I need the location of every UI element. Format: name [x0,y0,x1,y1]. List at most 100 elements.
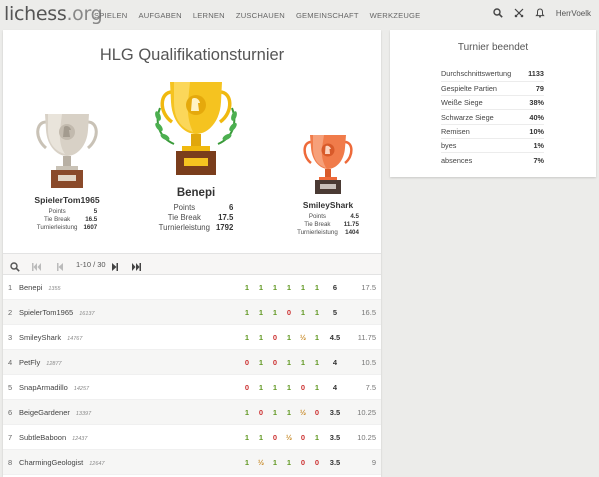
round-result[interactable]: 1 [243,433,251,442]
summary-value: 38% [525,95,544,111]
round-result[interactable]: 1 [257,283,265,292]
round-result[interactable]: 1 [285,458,293,467]
player-name[interactable]: SpielerTom1965 16137 [19,308,95,317]
player-name[interactable]: BeigeGardener 13397 [19,408,91,417]
round-result[interactable]: 1 [285,358,293,367]
round-result[interactable]: 0 [257,408,265,417]
summary-value: 40% [525,109,544,125]
round-result[interactable]: 1 [271,308,279,317]
player-name[interactable]: SnapArmadillo 14257 [19,383,89,392]
round-result[interactable]: 1 [313,283,321,292]
round-result[interactable]: 0 [299,383,307,392]
round-result[interactable]: 1 [257,308,265,317]
round-result[interactable]: 0 [243,383,251,392]
summary-label: Gespielte Partien [441,81,526,97]
player-name-text: SpielerTom1965 [19,308,74,317]
round-result[interactable]: 0 [271,333,279,342]
round-result[interactable]: 1 [313,383,321,392]
round-result[interactable]: 1 [285,333,293,342]
player-rating: 1355 [48,286,61,292]
bell-icon[interactable] [535,8,545,18]
round-result[interactable]: 1 [299,283,307,292]
stat-label: Tie Break [304,221,331,228]
nav-item-tools[interactable]: WERKZEUGE [370,11,421,20]
round-result[interactable]: 1 [271,458,279,467]
round-result[interactable]: ½ [299,333,307,342]
player-name[interactable]: Benepi 1355 [19,283,61,292]
round-result[interactable]: 0 [285,308,293,317]
round-result[interactable]: 1 [285,383,293,392]
round-result[interactable]: 1 [285,283,293,292]
round-result[interactable]: 1 [257,383,265,392]
player-rank: 1 [8,283,13,292]
swords-icon[interactable] [514,8,524,18]
round-result[interactable]: ½ [257,458,265,467]
round-result[interactable]: 1 [313,358,321,367]
round-result[interactable]: 1 [243,308,251,317]
player-tiebreak: 10.5 [361,358,376,367]
table-row[interactable]: 8 CharmingGeologist 12647 1 ½ 1 1 0 0 3.5… [3,450,381,475]
nav-item-community[interactable]: GEMEINSCHAFT [296,11,359,20]
round-result[interactable]: 0 [271,433,279,442]
player-name[interactable]: CharmingGeologist 12647 [19,458,105,467]
player-total: 3.5 [329,408,341,417]
round-result[interactable]: 0 [299,433,307,442]
player-total: 6 [332,283,338,292]
nav-item-learn[interactable]: LERNEN [193,11,225,20]
user-menu[interactable]: HerrVoelk [556,9,591,18]
player-tiebreak: 10.25 [357,433,376,442]
summary-row: Remisen 10% [441,124,544,139]
round-result[interactable]: ½ [299,408,307,417]
podium-second-name[interactable]: SpielerTom1965 [17,195,117,205]
nav-item-puzzles[interactable]: AUFGABEN [138,11,181,20]
site-logo[interactable]: lichess.org [4,3,103,25]
round-result[interactable]: 1 [285,408,293,417]
trophy-icon [283,132,373,198]
podium-first-name[interactable]: Benepi [141,187,251,199]
round-result[interactable]: 1 [257,358,265,367]
table-row[interactable]: 6 BeigeGardener 13397 1 0 1 1 ½ 0 3.5 10.… [3,400,381,425]
player-name[interactable]: SubtleBaboon 12437 [19,433,87,442]
player-rank: 2 [8,308,13,317]
table-row[interactable]: 4 PetFly 12877 0 1 0 1 1 1 4 10.5 [3,350,381,375]
round-result[interactable]: 1 [313,433,321,442]
round-result[interactable]: 1 [313,333,321,342]
round-result[interactable]: ½ [285,433,293,442]
round-result[interactable]: 1 [299,358,307,367]
round-result[interactable]: 0 [313,458,321,467]
round-result[interactable]: 1 [243,283,251,292]
stat-label: Turnierleistung [36,224,78,231]
round-result[interactable]: 0 [243,358,251,367]
summary-row: byes 1% [441,138,544,154]
player-name[interactable]: PetFly 12877 [19,358,62,367]
summary-row: Durchschnittswertung 1133 [441,67,544,82]
round-result[interactable]: 0 [299,458,307,467]
stat-label: Tie Break [43,216,71,223]
tournament-summary: Turnier beendet Durchschnittswertung 1133… [390,30,596,177]
round-result[interactable]: 1 [271,383,279,392]
nav-item-play[interactable]: SPIELEN [94,11,127,20]
round-result[interactable]: 1 [243,333,251,342]
round-result[interactable]: 1 [243,408,251,417]
player-name[interactable]: SmileyShark 14767 [19,333,82,342]
nav-item-watch[interactable]: ZUSCHAUEN [236,11,285,20]
round-result[interactable]: 1 [257,433,265,442]
round-result[interactable]: 1 [243,458,251,467]
podium-third-name[interactable]: SmileyShark [283,200,373,210]
table-row[interactable]: 7 SubtleBaboon 12437 1 1 0 ½ 0 1 3.5 10.2… [3,425,381,450]
round-result[interactable]: 0 [313,408,321,417]
round-result[interactable]: 0 [271,358,279,367]
table-row[interactable]: 5 SnapArmadillo 14257 0 1 1 1 0 1 4 7.5 [3,375,381,400]
round-result[interactable]: 1 [271,283,279,292]
player-total: 5 [332,308,338,317]
round-result[interactable]: 1 [313,308,321,317]
table-row[interactable]: 2 SpielerTom1965 16137 1 1 1 0 1 1 5 16.5 [3,300,381,325]
search-icon[interactable] [493,8,503,18]
podium-first: Benepi Points 6 Tie Break 17.5 Turnierleis… [141,78,251,233]
round-result[interactable]: 1 [271,408,279,417]
table-row[interactable]: 1 Benepi 1355 1 1 1 1 1 1 6 17.5 [3,275,381,300]
table-row[interactable]: 3 SmileyShark 14767 1 1 0 1 ½ 1 4.5 11.75 [3,325,381,350]
round-result[interactable]: 1 [257,333,265,342]
page-range: 1-10 / 30 [76,260,106,269]
round-result[interactable]: 1 [299,308,307,317]
